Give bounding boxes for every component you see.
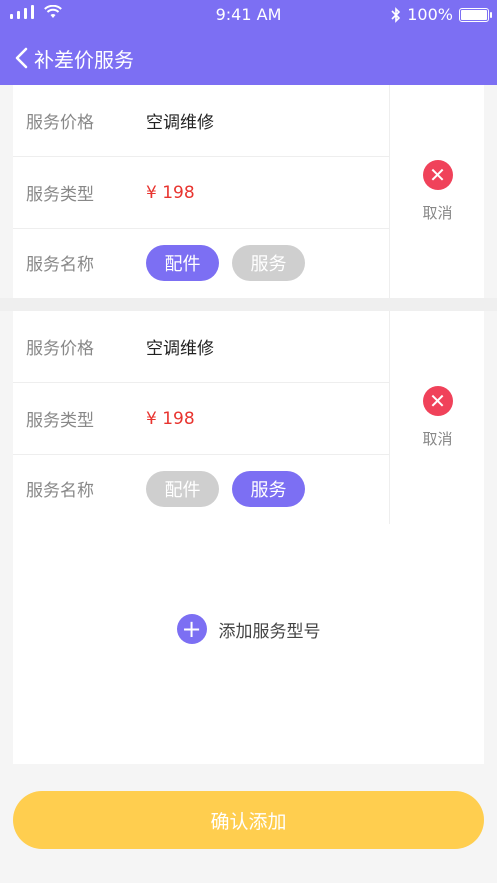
pill-service[interactable]: 服务 (232, 470, 305, 507)
price-label: 服务价格 (26, 113, 94, 133)
page-title: 补差价服务 (34, 48, 134, 72)
cancel-column: ✕ 取消 (389, 311, 485, 524)
bluetooth-icon (391, 6, 401, 23)
battery-icon (459, 7, 492, 22)
type-row: 服务类型 ¥ 198 (13, 157, 389, 229)
name-label: 服务名称 (26, 255, 94, 275)
cancel-x-icon[interactable]: ✕ (422, 160, 453, 190)
price-value: 空调维修 (146, 113, 214, 133)
price-value: 空调维修 (146, 339, 214, 359)
name-label: 服务名称 (26, 481, 94, 501)
cancel-label[interactable]: 取消 (422, 202, 452, 223)
add-service-button[interactable]: + 添加服务型号 (13, 614, 484, 644)
type-row: 服务类型 ¥ 198 (13, 383, 389, 455)
type-label: 服务类型 (26, 411, 94, 431)
add-service-label[interactable]: 添加服务型号 (219, 617, 321, 642)
back-chevron-icon[interactable] (12, 46, 32, 70)
card-divider (0, 298, 497, 311)
name-row: 服务名称 配件 服务 (13, 453, 389, 525)
header-bar: 9:41 AM 100% 补差价服务 (0, 0, 497, 85)
status-bar: 9:41 AM 100% (0, 0, 497, 30)
nav-bar: 补差价服务 (0, 38, 497, 78)
type-value: ¥ 198 (146, 408, 195, 429)
add-service-area: + 添加服务型号 (13, 524, 484, 764)
service-card-1: 服务价格 空调维修 服务类型 ¥ 198 服务名称 配件 服务 ✕ 取消 (13, 85, 484, 298)
cancel-label[interactable]: 取消 (422, 428, 452, 449)
pill-parts[interactable]: 配件 (146, 470, 219, 507)
price-row: 服务价格 空调维修 (13, 85, 389, 157)
service-card-2: 服务价格 空调维修 服务类型 ¥ 198 服务名称 配件 服务 ✕ 取消 (13, 311, 485, 525)
plus-icon[interactable]: + (176, 614, 207, 644)
price-row: 服务价格 空调维修 (13, 311, 389, 383)
pill-service[interactable]: 服务 (232, 244, 305, 281)
pill-parts[interactable]: 配件 (146, 244, 219, 281)
type-value: ¥ 198 (146, 182, 195, 203)
cancel-column: ✕ 取消 (389, 85, 485, 298)
type-label: 服务类型 (26, 185, 94, 205)
price-label: 服务价格 (26, 339, 94, 359)
cancel-x-icon[interactable]: ✕ (422, 386, 453, 416)
name-row: 服务名称 配件 服务 (13, 227, 389, 298)
battery-percent: 100% (407, 5, 453, 24)
confirm-add-button[interactable]: 确认添加 (13, 791, 484, 849)
